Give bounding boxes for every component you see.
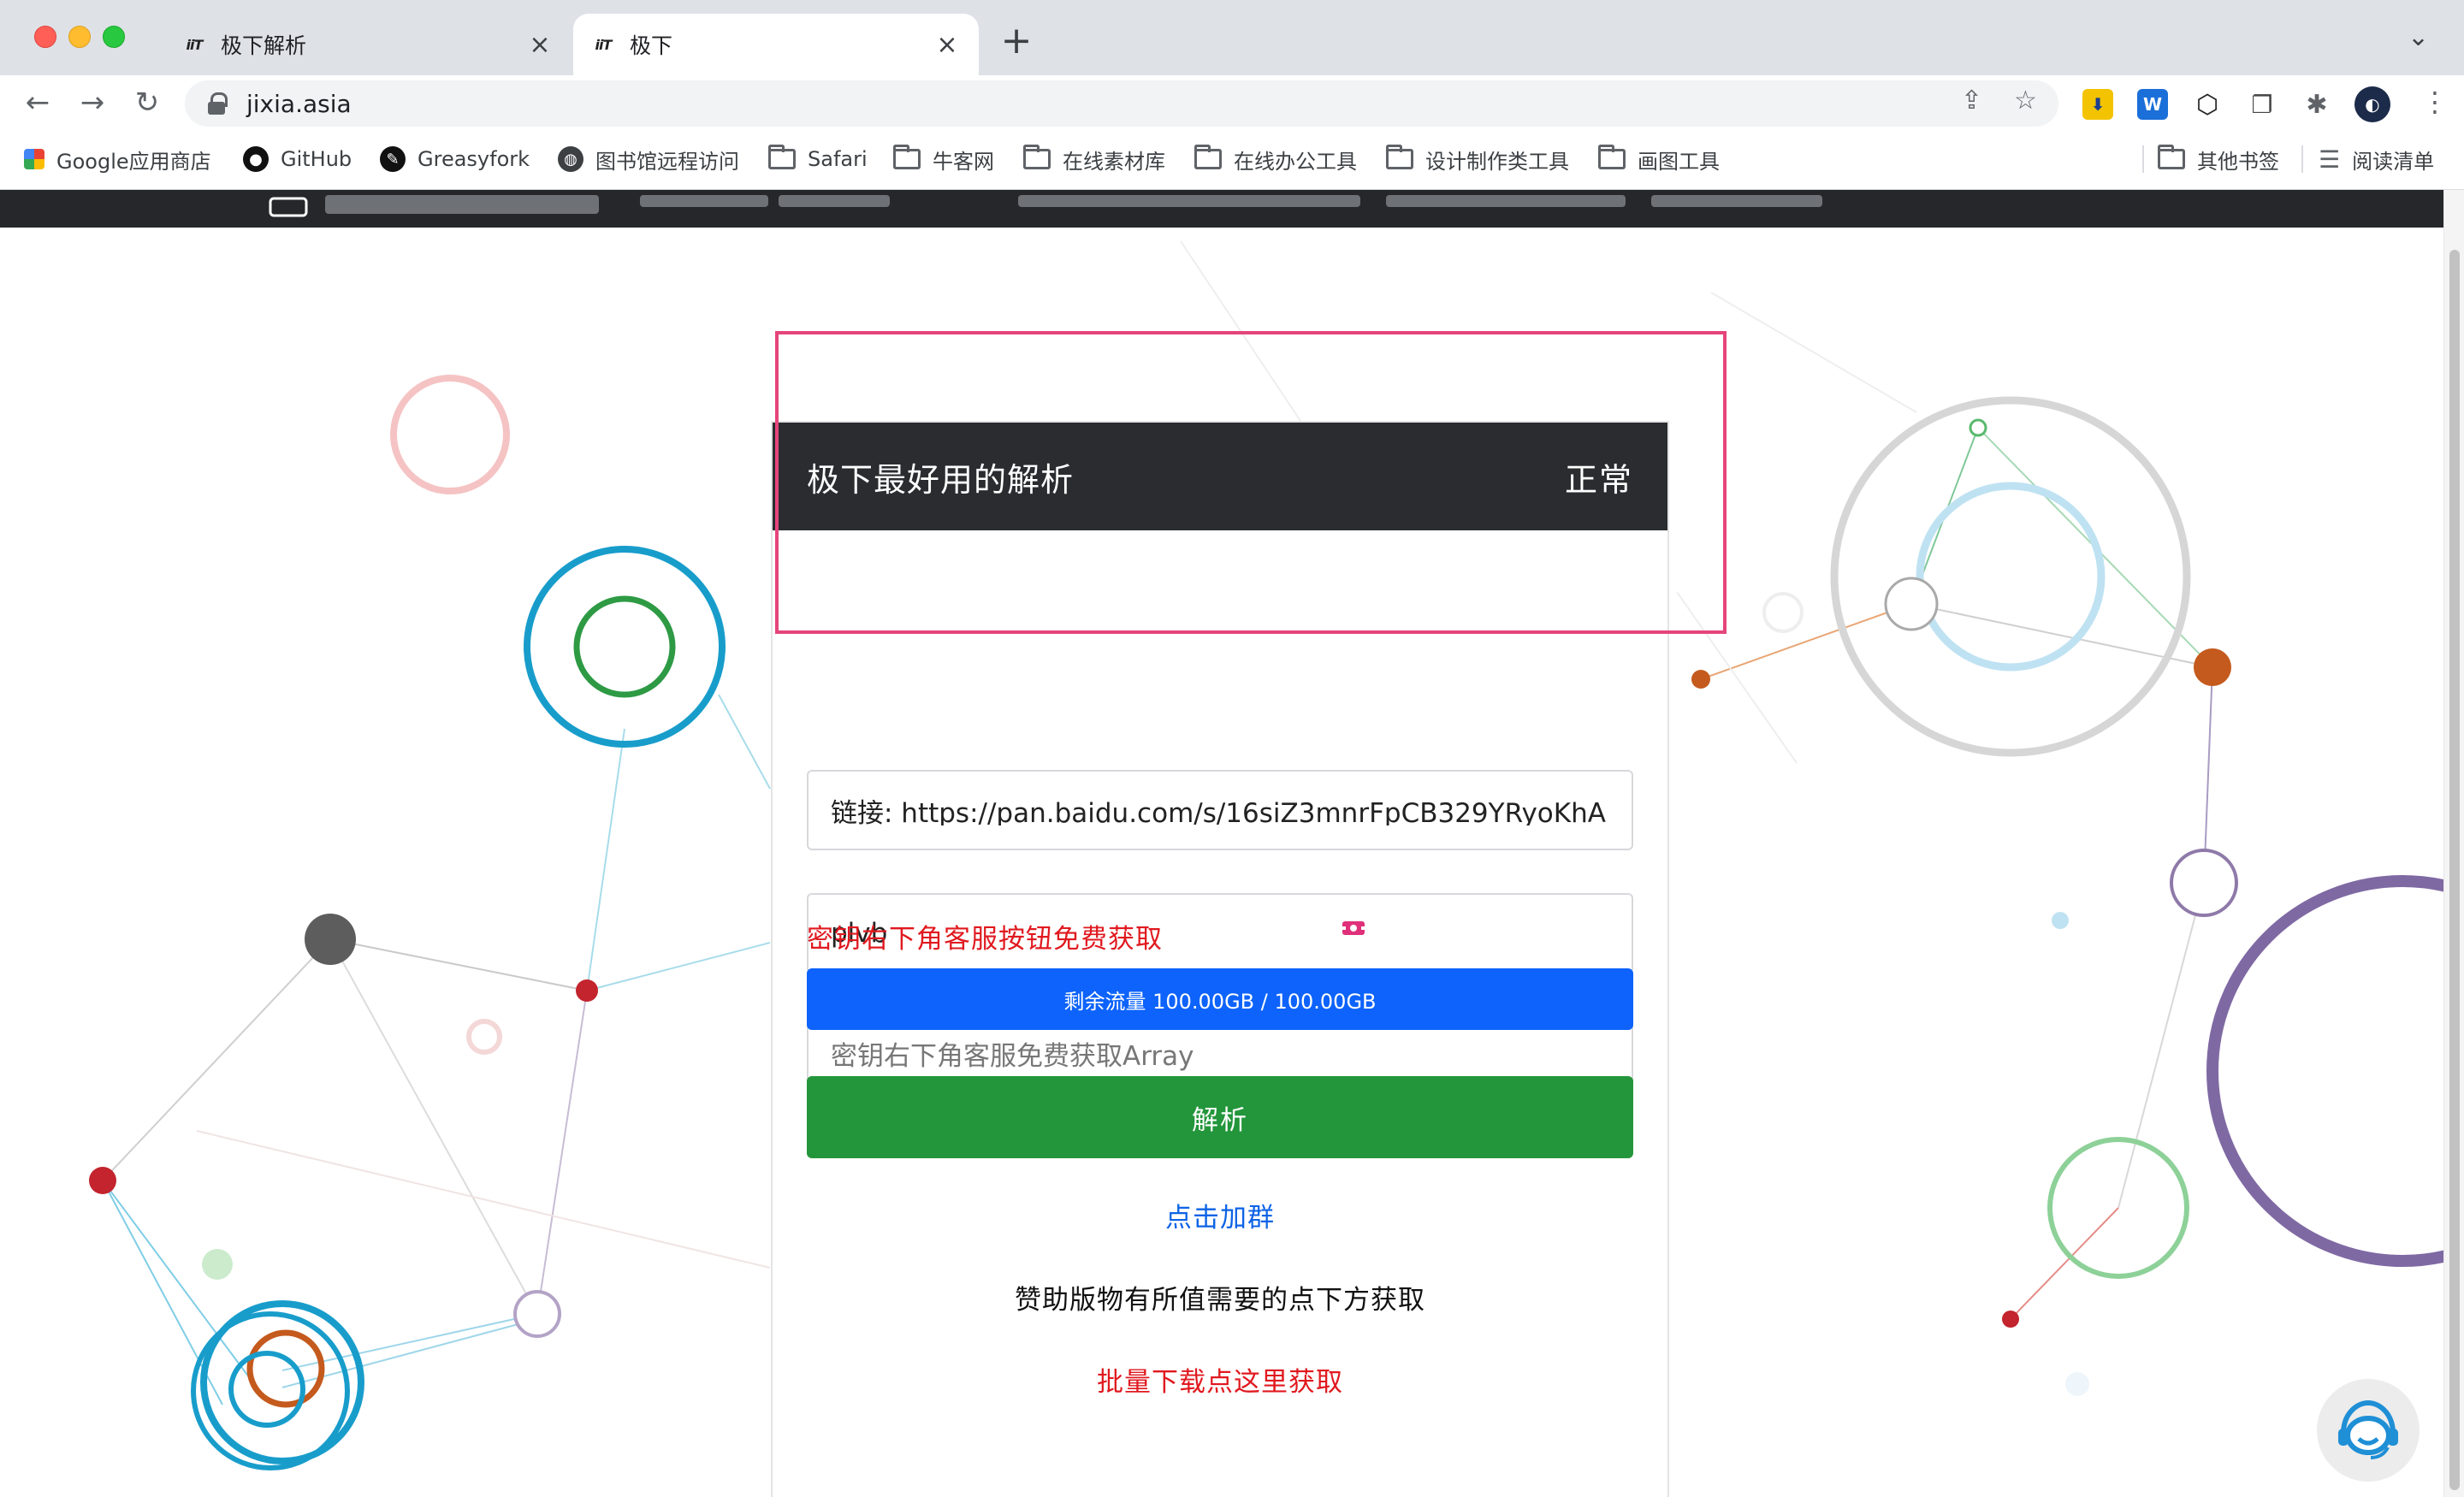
bookmark-label: 牛客网 <box>933 149 994 174</box>
bookmark-label: 其他书签 <box>2197 149 2279 174</box>
wk-extension-icon[interactable]: W <box>2137 89 2168 120</box>
bookmark-label: 在线素材库 <box>1063 149 1165 174</box>
bookmark-library-remote[interactable]: ◍ 图书馆远程访问 <box>558 142 739 176</box>
bookmark-folder-safari[interactable]: Safari <box>768 142 868 176</box>
copy-extension-icon[interactable]: ❐ <box>2247 89 2277 120</box>
bookmark-google-apps[interactable]: Google应用商店 <box>24 142 211 176</box>
forward-arrow-icon[interactable]: → <box>75 86 110 120</box>
close-tab-icon[interactable]: × <box>525 30 554 60</box>
bookmark-github[interactable]: ● GitHub <box>243 142 352 176</box>
google-apps-icon <box>24 149 44 169</box>
bookmark-greasyfork[interactable]: ✎ Greasyfork <box>380 142 530 176</box>
tab-strip: iiT 极下解析 × iiT 极下 × + ⌄ <box>0 0 2464 75</box>
folder-icon <box>893 145 921 169</box>
tab-jixia[interactable]: iiT 极下 × <box>573 14 979 75</box>
bookmark-label: 画图工具 <box>1638 149 1720 174</box>
close-tab-icon[interactable]: × <box>933 30 962 60</box>
bookmarks-divider <box>2142 145 2144 173</box>
tab-search-chevron-icon[interactable]: ⌄ <box>2408 22 2429 52</box>
share-link-input[interactable] <box>831 795 1609 825</box>
secret-key-input[interactable] <box>831 1041 1609 1072</box>
address-bar[interactable]: jixia.asia <box>185 80 2058 127</box>
lock-icon[interactable] <box>207 92 228 115</box>
bookmarks-bar: Google应用商店 ● GitHub ✎ Greasyfork ◍ 图书馆远程… <box>0 130 2464 190</box>
reading-list[interactable]: ☰ 阅读清单 <box>2319 142 2434 176</box>
bookmark-star-icon[interactable]: ☆ <box>2014 86 2037 115</box>
bookmark-label: Safari <box>808 147 868 171</box>
bookmark-label: Greasyfork <box>418 147 530 171</box>
new-tab-button[interactable]: + <box>999 19 1034 62</box>
site-favicon-icon: iiT <box>186 36 204 53</box>
tab-title: 极下解析 <box>221 33 307 58</box>
bookmark-label: 图书馆远程访问 <box>595 149 739 174</box>
bookmarks-divider <box>2301 145 2303 173</box>
globe-icon: ◍ <box>558 146 583 172</box>
share-icon[interactable]: ⇪ <box>1961 86 1982 115</box>
site-favicon-icon: iiT <box>595 36 613 53</box>
bookmark-folder-design-tools[interactable]: 设计制作类工具 <box>1386 142 1569 176</box>
bookmark-label: 阅读清单 <box>2352 149 2435 174</box>
remaining-traffic-bar: 剩余流量 100.00GB / 100.00GB <box>807 968 1633 1030</box>
page-scrollbar[interactable] <box>2443 190 2464 1497</box>
bookmark-folder-nowcoder[interactable]: 牛客网 <box>893 142 994 176</box>
scrollbar-thumb[interactable] <box>2449 250 2460 1490</box>
bookmark-folder-office-tools[interactable]: 在线办公工具 <box>1194 142 1357 176</box>
folder-icon <box>2158 145 2185 169</box>
bookmark-label: 在线办公工具 <box>1234 149 1357 174</box>
bookmark-label: 设计制作类工具 <box>1425 149 1569 174</box>
address-url[interactable]: jixia.asia <box>246 90 352 118</box>
tab-title: 极下 <box>630 33 673 58</box>
folder-icon <box>768 145 796 169</box>
password-manager-key-icon[interactable] <box>1341 919 1366 938</box>
bookmark-label: GitHub <box>281 147 352 171</box>
minimize-window-button[interactable] <box>68 26 91 48</box>
profile-avatar[interactable]: ◐ <box>2354 86 2390 122</box>
maximize-window-button[interactable] <box>103 26 125 48</box>
folder-icon <box>1598 145 1626 169</box>
secret-key-hint: 密钥右下角客服按钮免费获取 <box>807 924 1163 955</box>
more-menu-icon[interactable]: ⋮ <box>2421 86 2449 118</box>
customer-service-button[interactable] <box>2317 1379 2420 1482</box>
sponsor-note: 赞助版物有所值需要的点下方获取 <box>1015 1285 1425 1316</box>
reload-icon[interactable]: ↻ <box>130 86 164 120</box>
parse-button[interactable]: 解析 <box>807 1076 1633 1158</box>
bookmark-folder-materials[interactable]: 在线素材库 <box>1023 142 1165 176</box>
site-top-navbar <box>0 190 2443 228</box>
hexagon-extension-icon[interactable]: ⬡ <box>2192 89 2223 120</box>
folder-icon <box>1386 145 1413 169</box>
join-group-link[interactable]: 点击加群 <box>773 1196 1667 1234</box>
bookmark-folder-drawing-tools[interactable]: 画图工具 <box>1598 142 1720 176</box>
highlight-annotation-box <box>775 331 1727 634</box>
greasyfork-icon: ✎ <box>380 146 406 172</box>
folder-icon <box>1023 145 1051 169</box>
extensions-puzzle-icon[interactable]: ✱ <box>2301 89 2332 120</box>
back-arrow-icon[interactable]: ← <box>21 86 55 120</box>
bookmark-label: Google应用商店 <box>56 149 211 174</box>
folder-icon <box>1194 145 1222 169</box>
github-icon: ● <box>243 146 269 172</box>
bookmark-folder-other[interactable]: 其他书签 <box>2158 142 2279 176</box>
download-extension-icon[interactable]: ⬇ <box>2082 89 2113 120</box>
browser-toolbar: ← → ↻ jixia.asia ⇪ ☆ ⬇ W ⬡ ❐ ✱ ◐ ⋮ <box>0 75 2464 130</box>
share-link-field[interactable] <box>807 770 1633 850</box>
reading-list-icon: ☰ <box>2319 145 2341 174</box>
batch-download-link[interactable]: 批量下载点这里获取 <box>773 1360 1667 1399</box>
close-window-button[interactable] <box>34 26 56 48</box>
customer-service-headset-icon <box>2338 1399 2398 1459</box>
tab-jixia-parse[interactable]: iiT 极下解析 × <box>164 14 572 75</box>
navbar-cropped-content <box>269 195 1822 217</box>
